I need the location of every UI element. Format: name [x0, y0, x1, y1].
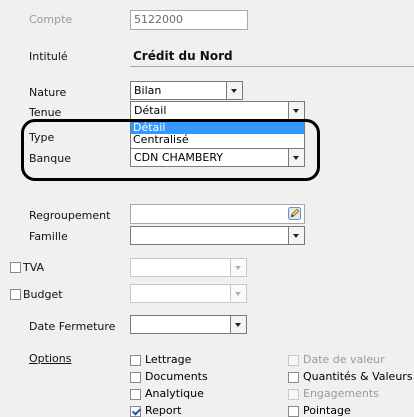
budget-label: Budget	[23, 288, 63, 301]
option-engagements-label: Engagements	[303, 387, 379, 400]
options-label: Options	[29, 352, 72, 365]
date-fermeture-label: Date Fermeture	[29, 320, 116, 333]
option-pointage-checkbox[interactable]	[288, 406, 299, 417]
budget-checkbox[interactable]	[10, 289, 21, 300]
option-pointage-label: Pointage	[303, 404, 351, 417]
edit-icon[interactable]	[288, 207, 301, 220]
option-quantites-valeurs-label: Quantités & Valeurs	[303, 370, 413, 383]
chevron-down-icon	[230, 259, 246, 276]
option-report-label: Report	[145, 404, 182, 417]
tva-select[interactable]	[130, 258, 247, 277]
budget-select[interactable]	[130, 284, 247, 303]
option-date-de-valeur-label: Date de valeur	[303, 353, 385, 366]
nature-value: Bilan	[134, 84, 162, 97]
option-engagements-checkbox	[288, 389, 299, 400]
option-analytique-label: Analytique	[145, 387, 204, 400]
option-documents-label: Documents	[145, 370, 208, 383]
compte-input[interactable]: 5122000	[130, 10, 248, 30]
intitule-value[interactable]: Crédit du Nord	[133, 49, 233, 63]
highlight-callout	[21, 119, 320, 181]
intitule-label: Intitulé	[29, 50, 68, 63]
option-documents-checkbox[interactable]	[130, 372, 141, 383]
chevron-down-icon[interactable]	[226, 82, 242, 99]
intitule-underline	[130, 66, 414, 67]
regroupement-label: Regroupement	[29, 209, 111, 222]
option-report-checkbox[interactable]	[130, 406, 141, 417]
tva-label: TVA	[23, 261, 45, 274]
tva-checkbox[interactable]	[10, 262, 21, 273]
nature-select[interactable]: Bilan	[130, 81, 243, 100]
compte-label: Compte	[29, 13, 73, 26]
chevron-down-icon[interactable]	[230, 316, 246, 333]
tenue-select[interactable]: Détail	[130, 101, 305, 120]
chevron-down-icon[interactable]	[288, 227, 304, 244]
famille-select[interactable]	[130, 226, 305, 245]
famille-label: Famille	[29, 230, 68, 243]
date-fermeture-select[interactable]	[130, 315, 247, 334]
nature-label: Nature	[29, 86, 67, 99]
option-date-de-valeur-checkbox	[288, 355, 299, 366]
tenue-value: Détail	[134, 104, 167, 117]
chevron-down-icon[interactable]	[288, 102, 304, 119]
option-lettrage-checkbox[interactable]	[130, 355, 141, 366]
tenue-label: Tenue	[29, 106, 62, 119]
regroupement-input[interactable]	[130, 204, 305, 224]
option-lettrage-label: Lettrage	[145, 353, 192, 366]
option-analytique-checkbox[interactable]	[130, 389, 141, 400]
option-quantites-valeurs-checkbox[interactable]	[288, 372, 299, 383]
chevron-down-icon	[230, 285, 246, 302]
